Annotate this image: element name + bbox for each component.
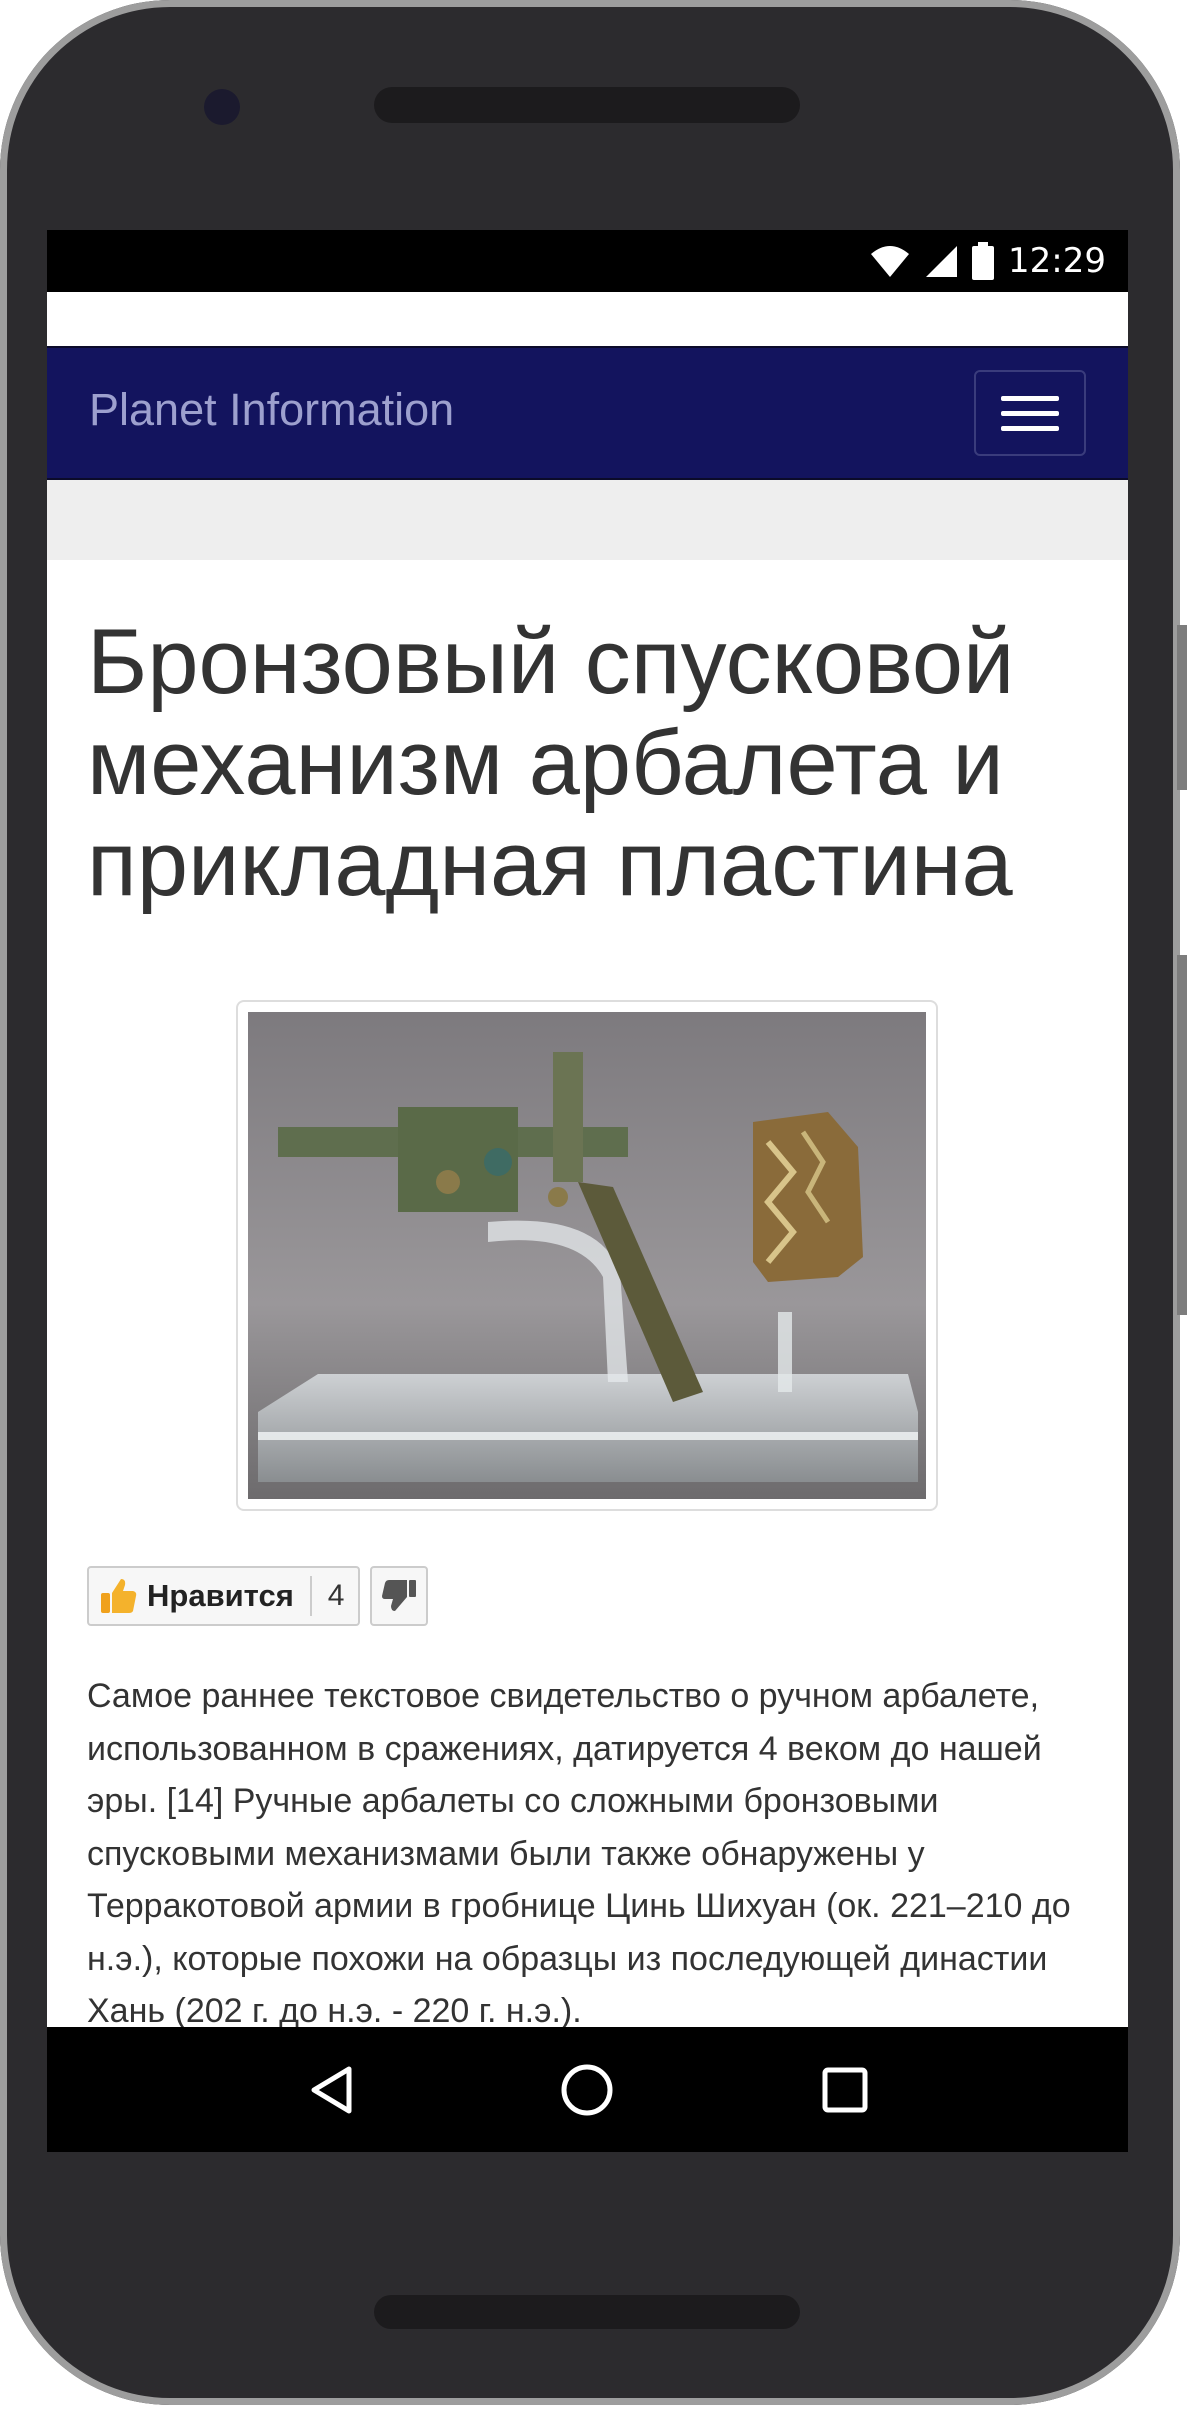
like-count: 4 (327, 1579, 345, 1612)
wifi-icon (871, 246, 910, 277)
bottom-speaker (374, 2295, 800, 2329)
crossbow-trigger-photo (248, 1012, 926, 1499)
browser-top-gap (47, 292, 1128, 346)
breadcrumb-band (47, 480, 1128, 560)
thumbs-up-icon (101, 1579, 137, 1613)
front-camera (204, 89, 240, 125)
menu-icon-bar (1001, 410, 1059, 416)
article-image[interactable] (236, 1000, 938, 1511)
volume-button (1177, 625, 1187, 790)
like-separator (309, 1576, 312, 1616)
android-nav-bar (47, 2027, 1128, 2152)
battery-icon (972, 242, 995, 280)
home-button[interactable] (552, 2055, 622, 2125)
dislike-button[interactable] (370, 1566, 429, 1626)
menu-icon (1001, 395, 1059, 401)
like-widget: Нравится 4 (87, 1566, 429, 1626)
signal-icon (926, 246, 958, 277)
site-brand[interactable]: Planet Information (89, 384, 454, 436)
recents-button[interactable] (810, 2055, 880, 2125)
home-icon (561, 2064, 613, 2116)
screen: 12:29 Planet Information Бронзовый спуск… (47, 230, 1128, 2152)
article-title: Бронзовый спусковой механизм арбалета и … (87, 611, 1015, 915)
like-button[interactable]: Нравится 4 (87, 1566, 361, 1626)
earpiece-speaker (374, 87, 800, 123)
thumbs-down-icon (382, 1580, 417, 1611)
like-label: Нравится (147, 1578, 294, 1613)
back-icon (311, 2066, 352, 2114)
phone-frame: 12:29 Planet Information Бронзовый спуск… (0, 0, 1187, 2405)
status-time: 12:29 (1008, 241, 1106, 281)
status-bar: 12:29 (47, 230, 1128, 292)
recents-icon (822, 2067, 868, 2113)
back-button[interactable] (296, 2055, 366, 2125)
menu-toggle-button[interactable] (974, 370, 1086, 456)
article-body: Самое раннее текстовое свидетельство о р… (87, 1677, 1071, 2030)
power-button (1177, 955, 1187, 1315)
menu-icon-bar (1001, 425, 1059, 431)
site-navbar: Planet Information (47, 346, 1128, 480)
